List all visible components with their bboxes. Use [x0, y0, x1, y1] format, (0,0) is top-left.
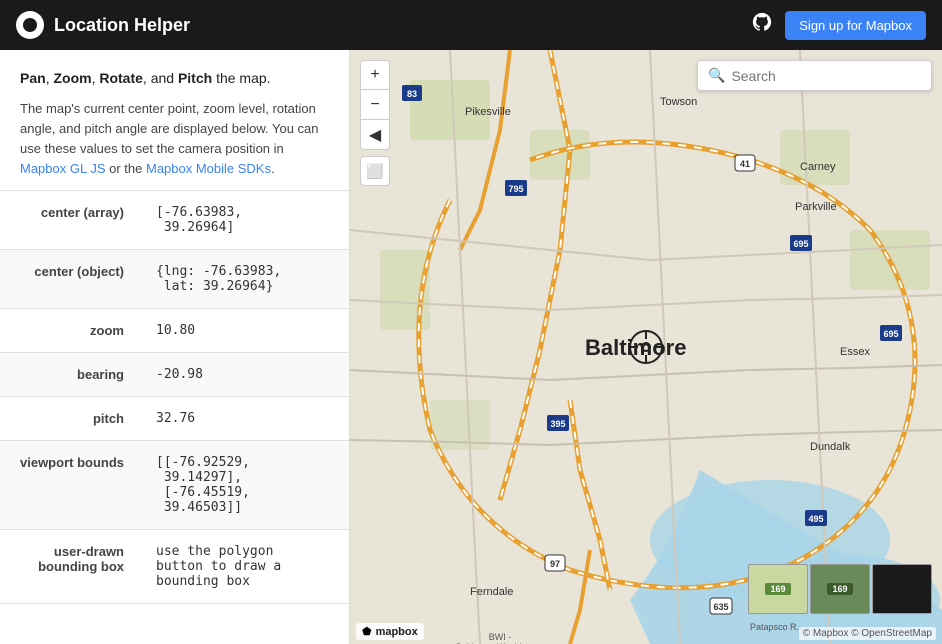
svg-text:695: 695	[883, 329, 898, 339]
svg-text:Essex: Essex	[840, 346, 870, 358]
svg-text:395: 395	[550, 419, 565, 429]
search-bar[interactable]: 🔍	[697, 60, 932, 91]
signup-button[interactable]: Sign up for Mapbox	[785, 11, 926, 40]
table-cell-label: user-drawn bounding box	[0, 529, 140, 603]
svg-text:495: 495	[808, 514, 823, 524]
table-cell-value: 10.80	[140, 308, 349, 352]
table-cell-value: {lng: -76.63983, lat: 39.26964}	[140, 249, 349, 308]
svg-text:Carney: Carney	[800, 161, 836, 173]
map-controls: + − ◀ ⬜	[360, 60, 390, 186]
data-table: center (array)[-76.63983, 39.26964]cente…	[0, 191, 349, 604]
zoom-in-button[interactable]: +	[360, 60, 390, 90]
svg-text:Dundalk: Dundalk	[810, 441, 851, 453]
table-cell-label: zoom	[0, 308, 140, 352]
app-title: Location Helper	[54, 15, 190, 36]
table-row: bearing-20.98	[0, 352, 349, 396]
logo-inner	[23, 18, 37, 32]
table-cell-value: 32.76	[140, 396, 349, 440]
search-icon: 🔍	[708, 67, 725, 84]
table-cell-value: [-76.63983, 39.26964]	[140, 191, 349, 250]
left-panel: Pan, Zoom, Rotate, and Pitch the map. Th…	[0, 50, 350, 644]
svg-text:635: 635	[713, 602, 728, 612]
mapbox-gl-js-link[interactable]: Mapbox GL JS	[20, 161, 106, 176]
main-layout: Pan, Zoom, Rotate, and Pitch the map. Th…	[0, 50, 942, 644]
svg-text:795: 795	[508, 184, 523, 194]
map-area[interactable]: Pikesville Towson Carney Parkville Essex…	[350, 50, 942, 644]
table-cell-value: -20.98	[140, 352, 349, 396]
table-row: viewport bounds[[-76.92529, 39.14297], […	[0, 440, 349, 529]
search-input[interactable]	[731, 68, 921, 84]
map-style-thumbnail-satellite[interactable]: 169	[810, 564, 870, 614]
svg-text:695: 695	[793, 239, 808, 249]
svg-text:41: 41	[740, 159, 750, 169]
thumbnail-strip: 169 169	[748, 564, 932, 614]
mapbox-mobile-sdks-link[interactable]: Mapbox Mobile SDKs	[146, 161, 271, 176]
zoom-out-button[interactable]: −	[360, 90, 390, 120]
north-button[interactable]: ◀	[360, 120, 390, 150]
map-style-thumbnail-dark[interactable]	[872, 564, 932, 614]
svg-text:Parkville: Parkville	[795, 201, 837, 213]
svg-text:Ferndale: Ferndale	[470, 586, 513, 598]
table-row: zoom10.80	[0, 308, 349, 352]
table-row: pitch32.76	[0, 396, 349, 440]
table-cell-label: bearing	[0, 352, 140, 396]
svg-text:83: 83	[407, 89, 417, 99]
header-right: Sign up for Mapbox	[751, 11, 926, 40]
table-cell-label: viewport bounds	[0, 440, 140, 529]
map-attribution: © Mapbox © OpenStreetMap	[799, 627, 936, 640]
header-left: Location Helper	[16, 11, 190, 39]
frame-button[interactable]: ⬜	[360, 156, 390, 186]
map-style-thumbnail-light[interactable]: 169	[748, 564, 808, 614]
mapbox-logo: ⬟ mapbox	[356, 623, 424, 640]
table-cell-label: center (object)	[0, 249, 140, 308]
github-icon[interactable]	[751, 11, 773, 39]
table-cell-value: [[-76.92529, 39.14297], [-76.45519, 39.4…	[140, 440, 349, 529]
table-cell-label: center (array)	[0, 191, 140, 250]
svg-text:Towson: Towson	[660, 96, 697, 108]
mapbox-logo-text: mapbox	[376, 626, 418, 638]
app-header: Location Helper Sign up for Mapbox	[0, 0, 942, 50]
intro-title: Pan, Zoom, Rotate, and Pitch the map.	[20, 68, 329, 89]
app-logo	[16, 11, 44, 39]
table-row: center (object){lng: -76.63983, lat: 39.…	[0, 249, 349, 308]
mapbox-logo-icon: ⬟	[362, 625, 372, 638]
map-crosshair	[628, 329, 664, 365]
table-row: user-drawn bounding boxuse the polygon b…	[0, 529, 349, 603]
svg-text:Pikesville: Pikesville	[465, 106, 511, 118]
svg-text:BWI -: BWI -	[489, 632, 512, 642]
table-body: center (array)[-76.63983, 39.26964]cente…	[0, 191, 349, 604]
intro-section: Pan, Zoom, Rotate, and Pitch the map. Th…	[0, 50, 349, 191]
table-row: center (array)[-76.63983, 39.26964]	[0, 191, 349, 250]
svg-text:97: 97	[550, 559, 560, 569]
table-cell-value: use the polygon button to draw a boundin…	[140, 529, 349, 603]
intro-description: The map's current center point, zoom lev…	[20, 99, 329, 180]
table-cell-label: pitch	[0, 396, 140, 440]
svg-text:Patapsco R...: Patapsco R...	[750, 622, 804, 632]
